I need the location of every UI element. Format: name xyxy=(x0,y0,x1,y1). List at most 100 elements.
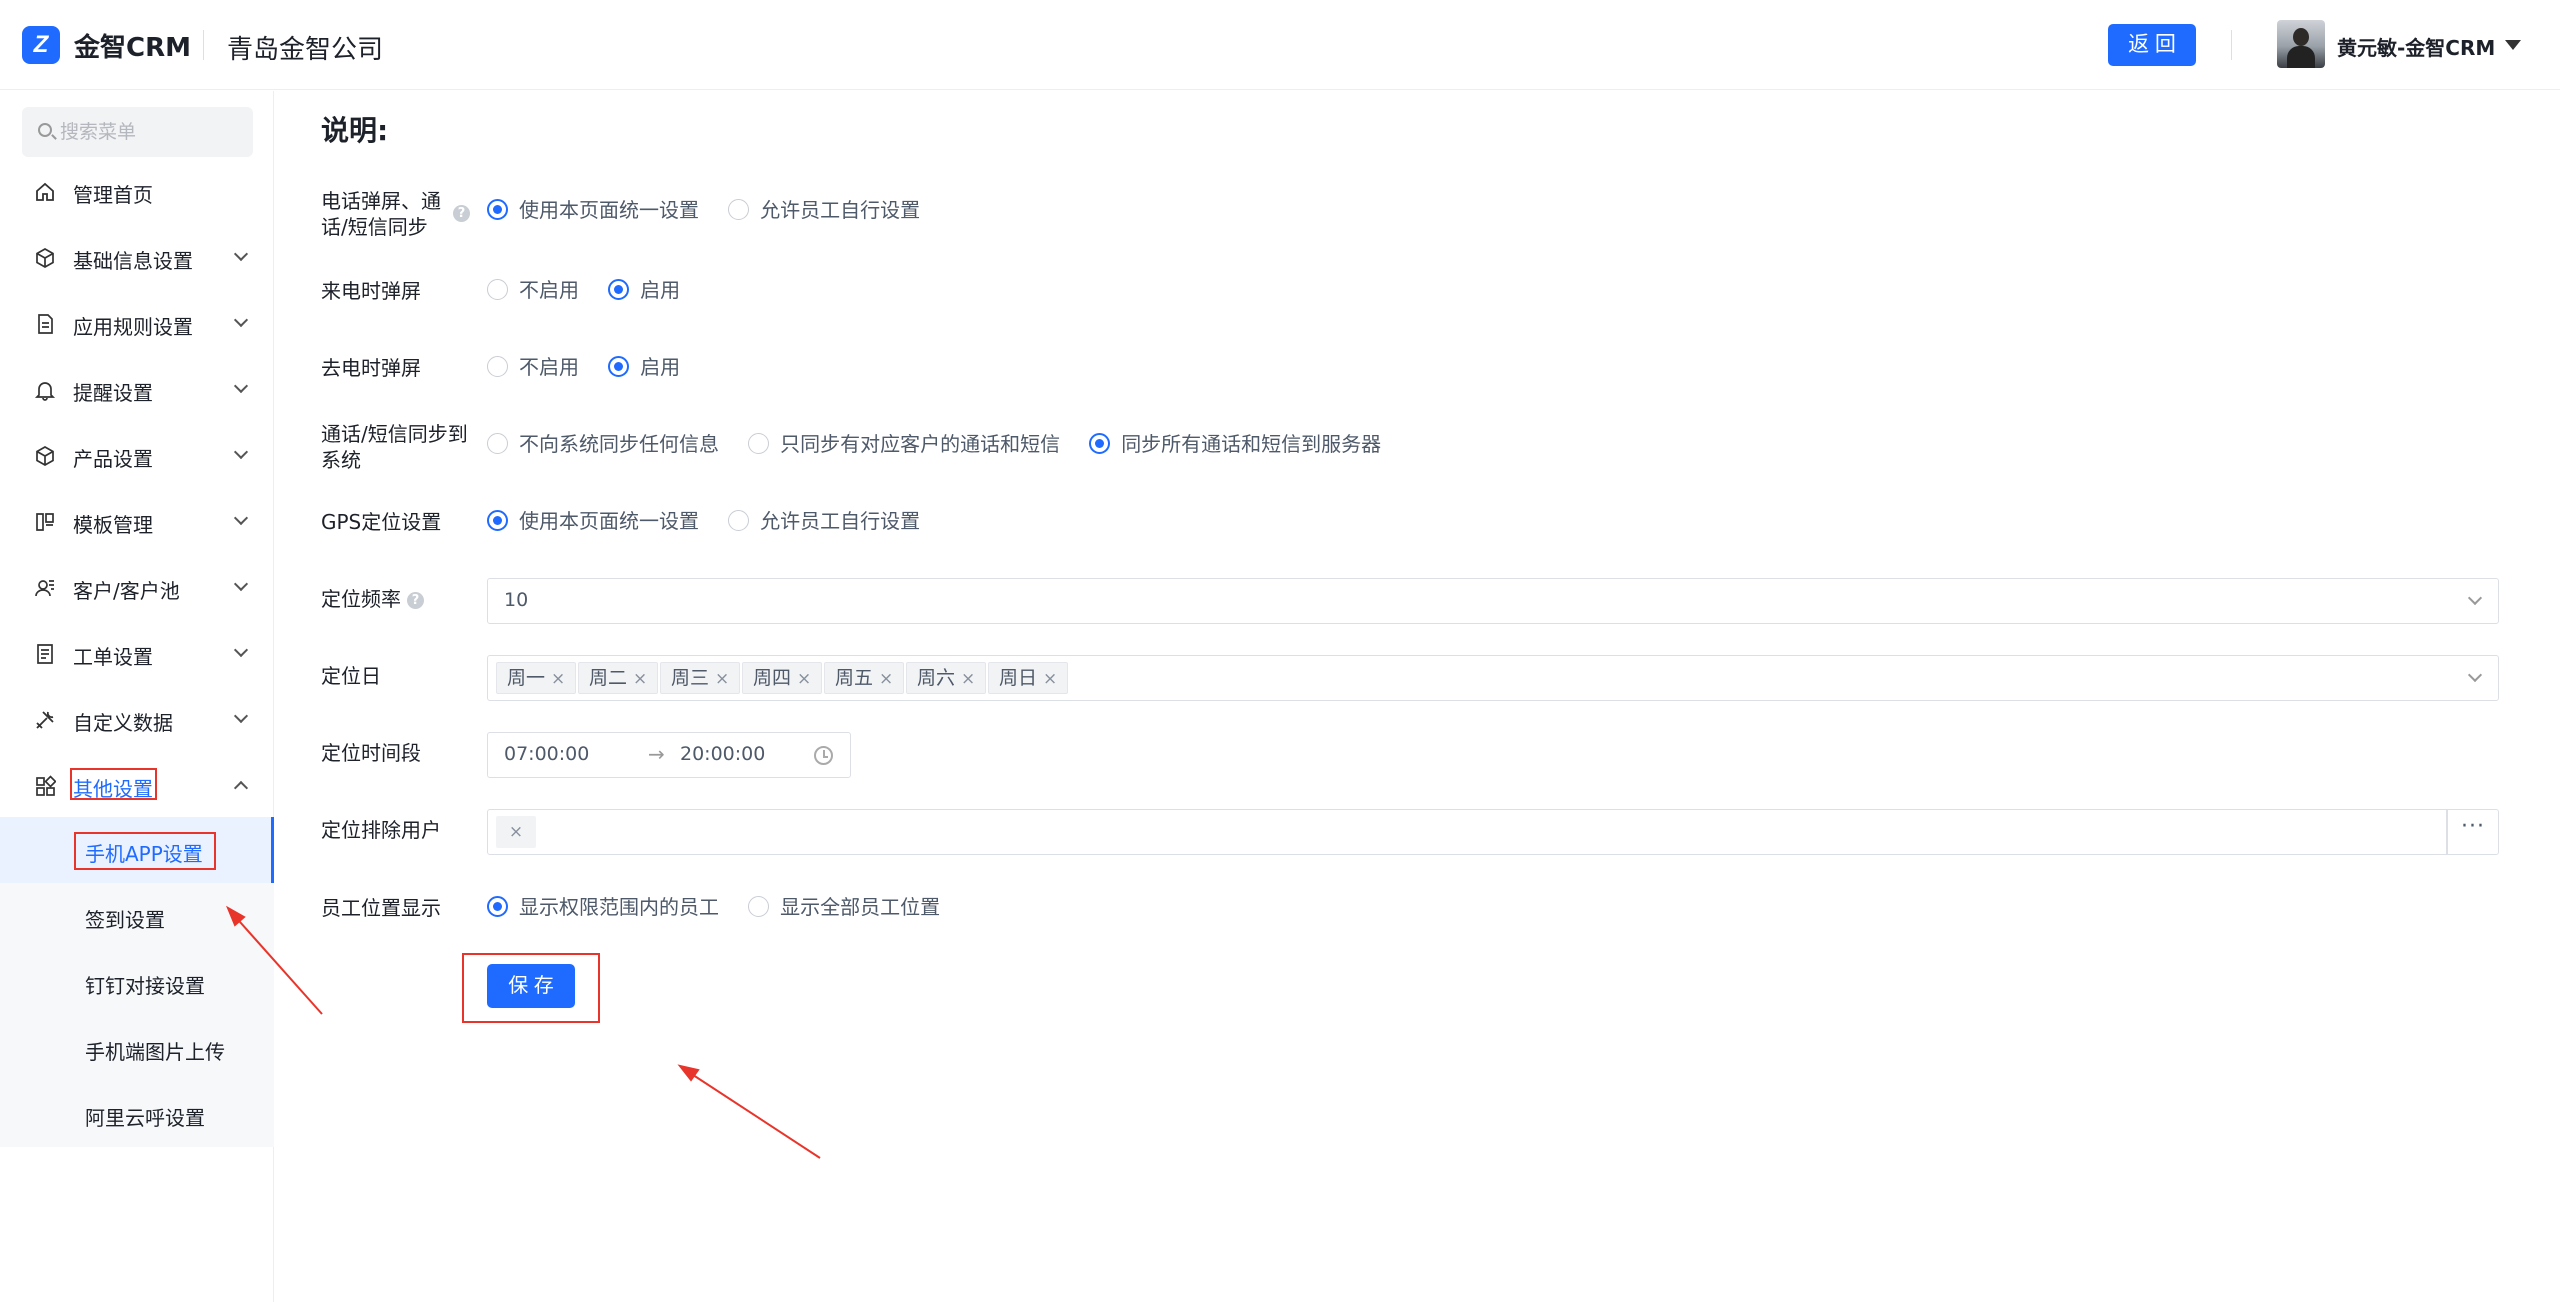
radio-system-all[interactable]: 同步所有通话和短信到服务器 xyxy=(1089,430,1381,458)
period-end[interactable]: 20:00:00 xyxy=(680,743,765,765)
radio-sync-employee[interactable]: 允许员工自行设置 xyxy=(728,196,920,224)
radio-incoming-on[interactable]: 启用 xyxy=(608,276,680,304)
gps-radio-group: 使用本页面统一设置 允许员工自行设置 xyxy=(487,507,944,535)
sidebar-item-ticket[interactable]: 工单设置 xyxy=(0,623,274,683)
tools-icon xyxy=(36,711,54,729)
close-icon: × xyxy=(961,669,976,689)
freq-select[interactable]: 10 xyxy=(487,578,2499,624)
sidebar-subitem-label: 手机端图片上传 xyxy=(85,1040,225,1064)
save-button[interactable]: 保 存 xyxy=(487,964,575,1008)
chevron-down-icon xyxy=(233,576,249,592)
sidebar-item-label: 管理首页 xyxy=(73,183,153,207)
company-name: 青岛金智公司 xyxy=(227,35,384,65)
radio-sync-unified[interactable]: 使用本页面统一设置 xyxy=(487,196,699,224)
sidebar-item-label: 客户/客户池 xyxy=(73,579,180,603)
submenu-other-settings: 手机APP设置 签到设置 钉钉对接设置 手机端图片上传 阿里云呼设置 xyxy=(0,817,274,1147)
sidebar-item-label: 应用规则设置 xyxy=(73,315,193,339)
sidebar-subitem-checkin[interactable]: 签到设置 xyxy=(0,883,274,949)
exclude-users-field[interactable]: × xyxy=(487,809,2447,855)
sidebar-item-home[interactable]: 管理首页 xyxy=(0,161,274,221)
day-tag[interactable]: 周日 × xyxy=(988,662,1069,694)
chevron-down-icon xyxy=(233,510,249,526)
radio-system-customer[interactable]: 只同步有对应客户的通话和短信 xyxy=(748,430,1060,458)
system-sync-radio-group: 不向系统同步任何信息 只同步有对应客户的通话和短信 同步所有通话和短信到服务器 xyxy=(487,430,1405,458)
chevron-down-icon xyxy=(2467,667,2483,683)
sidebar-item-product[interactable]: 产品设置 xyxy=(0,425,274,485)
day-tag[interactable]: 周一 × xyxy=(496,662,577,694)
exclude-label: 定位排除用户 xyxy=(321,818,441,842)
sidebar-subitem-label: 签到设置 xyxy=(85,908,165,932)
sidebar-item-label: 产品设置 xyxy=(73,447,153,471)
day-tag[interactable]: 周三 × xyxy=(660,662,741,694)
more-button[interactable]: ··· xyxy=(2447,809,2499,855)
top-header: Z 金智CRM 青岛金智公司 返 回 黄元敏-金智CRM xyxy=(0,0,2560,90)
staff-radio-group: 显示权限范围内的员工 显示全部员工位置 xyxy=(487,893,964,921)
username[interactable]: 黄元敏-金智CRM xyxy=(2337,32,2495,61)
freq-label: 定位频率? xyxy=(321,586,424,612)
gps-label: GPS定位设置 xyxy=(321,510,442,534)
sidebar: 管理首页 基础信息设置 应用规则设置 提醒设置 产品设置 模板管理 客户/客户池… xyxy=(0,91,274,1302)
sidebar-item-app-rules[interactable]: 应用规则设置 xyxy=(0,293,274,353)
incoming-label: 来电时弹屏 xyxy=(321,279,421,303)
bell-icon xyxy=(34,382,56,401)
day-tag[interactable]: 周六 × xyxy=(906,662,987,694)
incoming-radio-group: 不启用 启用 xyxy=(487,276,704,304)
chevron-down-icon[interactable] xyxy=(2505,40,2521,50)
sidebar-item-other[interactable]: 其他设置 xyxy=(0,755,274,815)
day-tag[interactable]: 周五 × xyxy=(824,662,905,694)
sidebar-item-label: 提醒设置 xyxy=(73,381,153,405)
freq-value: 10 xyxy=(504,589,529,611)
radio-system-none[interactable]: 不向系统同步任何信息 xyxy=(487,430,719,458)
chevron-down-icon xyxy=(2467,590,2483,606)
sidebar-item-reminder[interactable]: 提醒设置 xyxy=(0,359,274,419)
period-start[interactable]: 07:00:00 xyxy=(504,743,589,765)
header-divider-2 xyxy=(2231,30,2232,60)
time-range-picker[interactable]: 07:00:00 → 20:00:00 xyxy=(487,732,851,778)
logo-text: 金智CRM xyxy=(74,33,191,63)
avatar[interactable] xyxy=(2277,20,2325,68)
close-icon: × xyxy=(1043,669,1058,689)
sidebar-item-template[interactable]: 模板管理 xyxy=(0,491,274,551)
close-icon[interactable]: × xyxy=(496,816,536,848)
radio-gps-employee[interactable]: 允许员工自行设置 xyxy=(728,507,920,535)
radio-outgoing-off[interactable]: 不启用 xyxy=(487,353,579,381)
home-icon xyxy=(36,182,54,201)
sidebar-item-customer[interactable]: 客户/客户池 xyxy=(0,557,274,617)
sidebar-item-label: 工单设置 xyxy=(73,645,153,669)
day-tag[interactable]: 周四 × xyxy=(742,662,823,694)
main-content: 说明: 电话弹屏、通话/短信同步 ? 使用本页面统一设置 允许员工自行设置 来电… xyxy=(275,91,2560,1302)
sidebar-subitem-dingtalk[interactable]: 钉钉对接设置 xyxy=(0,949,274,1015)
sidebar-item-custom-data[interactable]: 自定义数据 xyxy=(0,689,274,749)
radio-staff-scope[interactable]: 显示权限范围内的员工 xyxy=(487,893,719,921)
back-button[interactable]: 返 回 xyxy=(2108,24,2196,66)
sidebar-subitem-image-upload[interactable]: 手机端图片上传 xyxy=(0,1015,274,1081)
radio-outgoing-on[interactable]: 启用 xyxy=(608,353,680,381)
sidebar-item-basic-info[interactable]: 基础信息设置 xyxy=(0,227,274,287)
sidebar-item-label: 其他设置 xyxy=(73,777,153,801)
sidebar-subitem-mobile-app[interactable]: 手机APP设置 xyxy=(0,817,274,883)
sidebar-subitem-aliyun-call[interactable]: 阿里云呼设置 xyxy=(0,1081,274,1147)
arrow-right-icon: → xyxy=(648,742,665,766)
help-icon[interactable]: ? xyxy=(407,592,424,609)
layout-icon xyxy=(36,513,54,531)
help-icon[interactable]: ? xyxy=(453,205,470,222)
chevron-down-icon xyxy=(233,642,249,658)
outgoing-label: 去电时弹屏 xyxy=(321,356,421,380)
radio-gps-unified[interactable]: 使用本页面统一设置 xyxy=(487,507,699,535)
close-icon: × xyxy=(797,669,812,689)
days-select[interactable]: 周一 × 周二 × 周三 × 周四 × 周五 × 周六 × 周日 × xyxy=(487,655,2499,701)
ticket-icon xyxy=(37,644,53,664)
logo-icon: Z xyxy=(22,26,60,64)
contacts-icon xyxy=(35,580,54,597)
sync-radio-group: 使用本页面统一设置 允许员工自行设置 xyxy=(487,196,944,224)
chevron-down-icon xyxy=(233,378,249,394)
clock-icon xyxy=(814,746,833,765)
staff-label: 员工位置显示 xyxy=(321,896,441,920)
page-title: 说明: xyxy=(321,114,389,147)
radio-staff-all[interactable]: 显示全部员工位置 xyxy=(748,893,940,921)
radio-incoming-off[interactable]: 不启用 xyxy=(487,276,579,304)
sidebar-item-home[interactable] xyxy=(0,91,274,151)
day-tag[interactable]: 周二 × xyxy=(578,662,659,694)
chevron-down-icon xyxy=(233,708,249,724)
sync-label: 电话弹屏、通话/短信同步 xyxy=(321,189,441,239)
